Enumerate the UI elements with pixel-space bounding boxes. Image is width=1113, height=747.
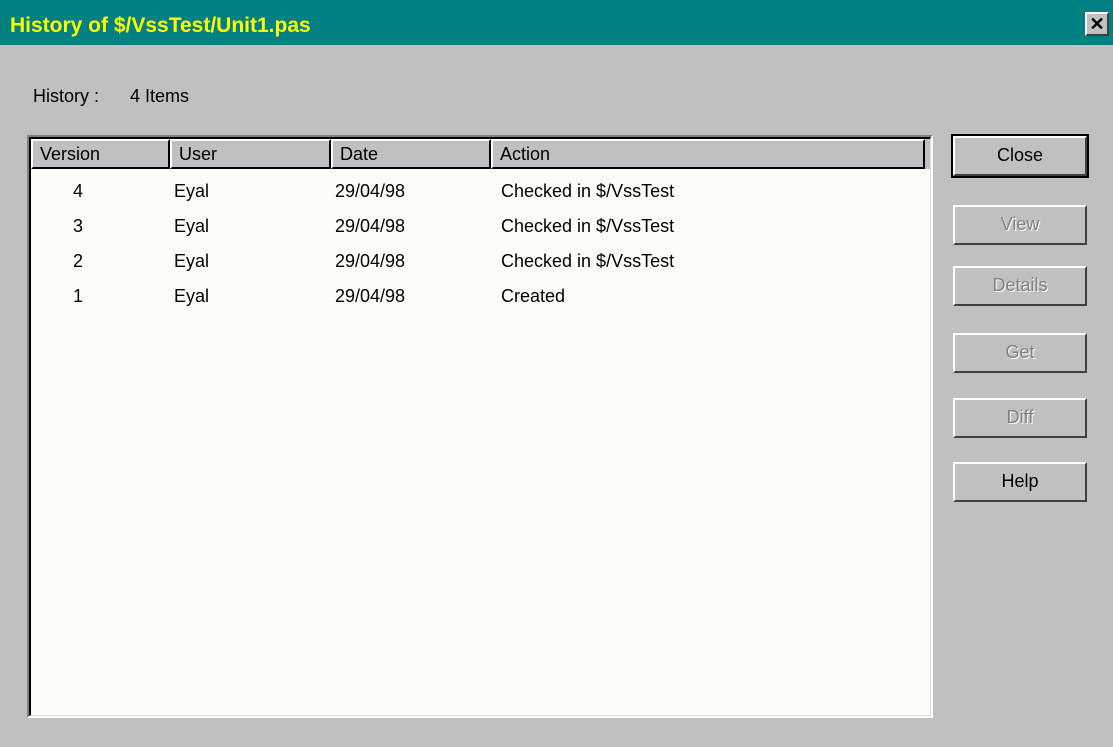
cell-user: Eyal [174,251,210,271]
table-row[interactable]: 2 Eyal 29/04/98 Checked in $/VssTest [31,244,930,279]
history-label: History : [33,86,100,106]
cell-version: 3 [73,216,84,236]
cell-user: Eyal [174,216,210,236]
cell-version: 4 [73,181,84,201]
table-row[interactable]: 4 Eyal 29/04/98 Checked in $/VssTest [31,174,930,209]
column-header-version[interactable]: Version [31,139,170,169]
help-button[interactable]: Help [953,462,1087,502]
cell-date: 29/04/98 [335,286,406,306]
cell-date: 29/04/98 [335,251,406,271]
history-count: 4 Items [130,86,190,106]
close-icon[interactable]: ✕ [1085,12,1109,36]
details-button[interactable]: Details [953,266,1087,306]
view-button[interactable]: View [953,205,1087,245]
cell-version: 2 [73,251,84,271]
cell-action: Checked in $/VssTest [501,181,675,201]
column-header-date[interactable]: Date [331,139,491,169]
diff-button[interactable]: Diff [953,398,1087,438]
cell-action: Checked in $/VssTest [501,216,675,236]
close-button[interactable]: Close [951,134,1089,178]
column-header-action[interactable]: Action [491,139,925,169]
table-row[interactable]: 1 Eyal 29/04/98 Created [31,279,930,314]
cell-version: 1 [73,286,84,306]
title-bar: History of $/VssTest/Unit1.pas ✕ [0,0,1113,45]
column-header-user[interactable]: User [170,139,331,169]
cell-user: Eyal [174,286,210,306]
cell-user: Eyal [174,181,210,201]
cell-date: 29/04/98 [335,216,406,236]
table-row[interactable]: 3 Eyal 29/04/98 Checked in $/VssTest [31,209,930,244]
cell-action: Checked in $/VssTest [501,251,675,271]
get-button[interactable]: Get [953,333,1087,373]
cell-action: Created [501,286,566,306]
list-header: Version User Date Action [31,139,930,169]
cell-date: 29/04/98 [335,181,406,201]
history-list[interactable]: Version User Date Action 4 Eyal 29/04/98… [27,135,933,718]
window-title: History of $/VssTest/Unit1.pas [10,14,311,37]
